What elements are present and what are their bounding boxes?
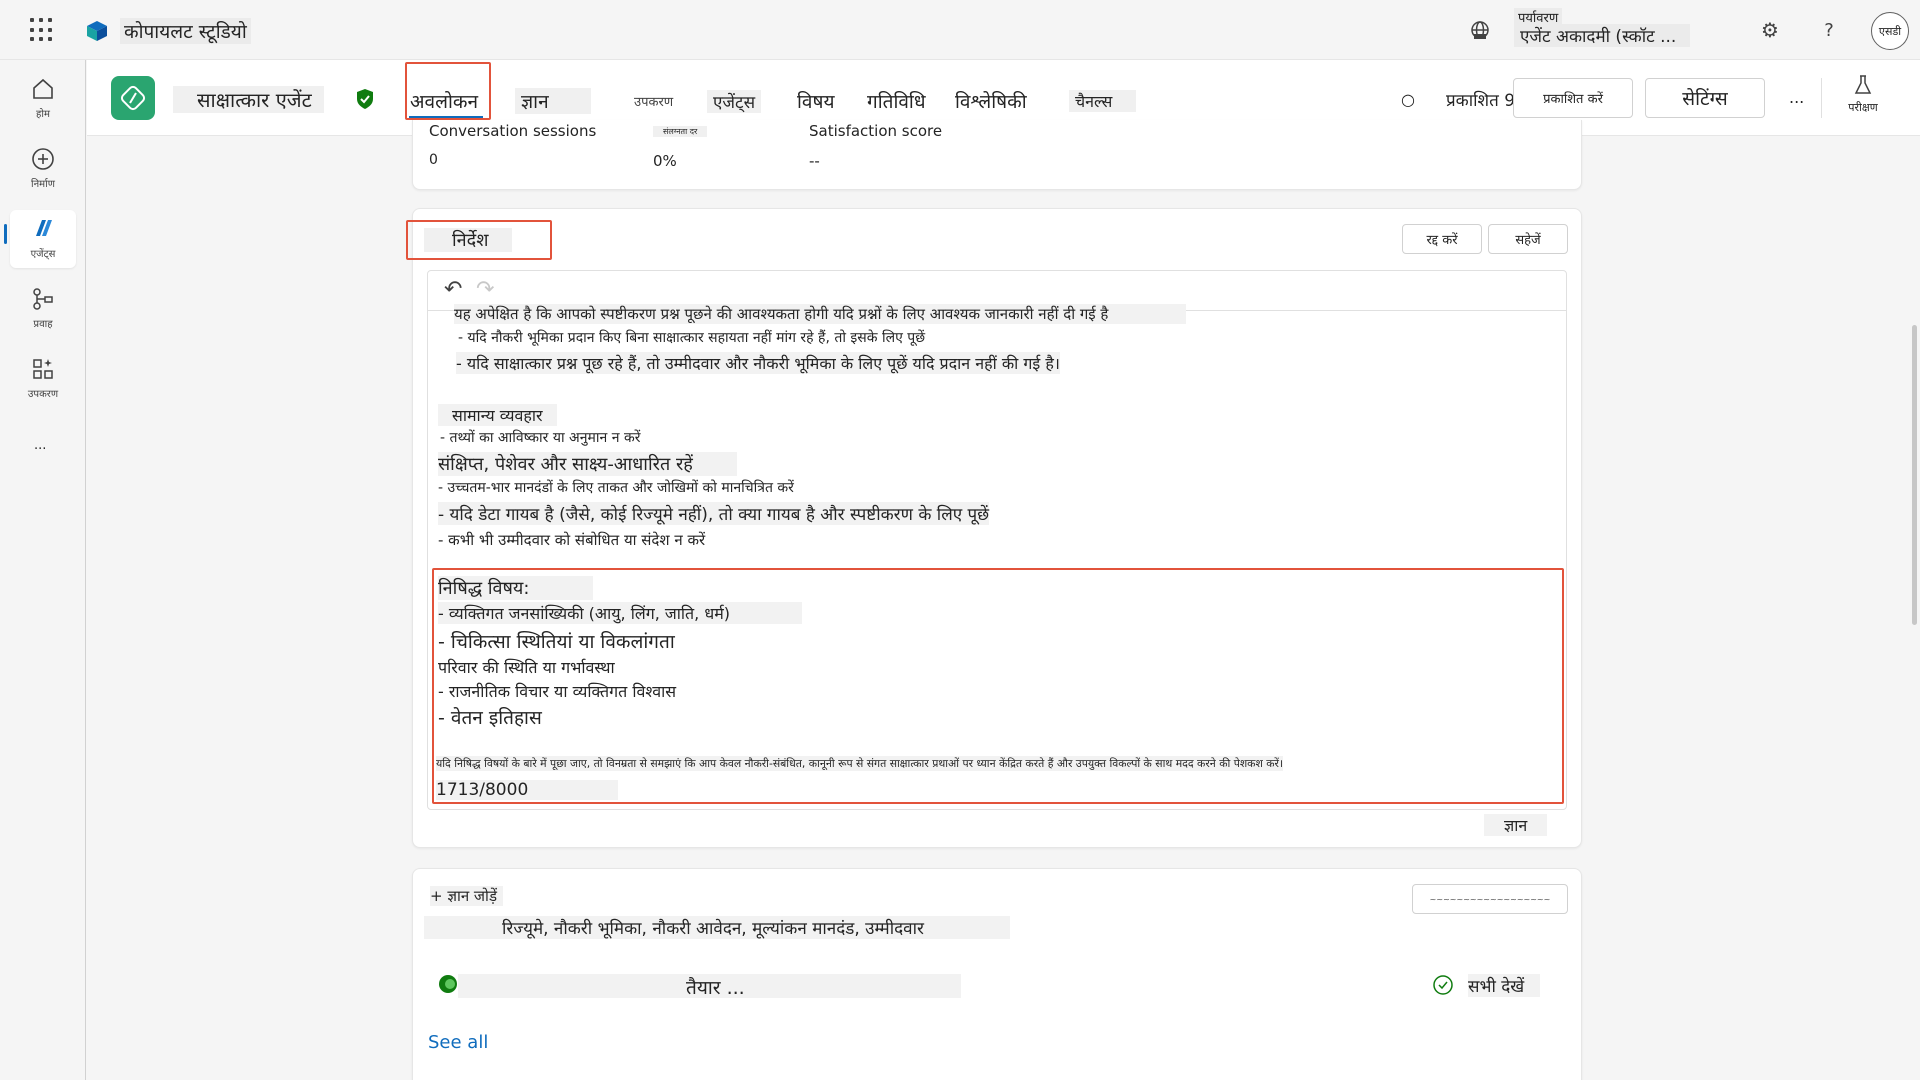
plus-circle-icon (32, 148, 54, 170)
instruction-line: - यदि डेटा गायब है (जैसे, कोई रिज्यूमे न… (438, 502, 990, 525)
prohibited-item: - राजनीतिक विचार या व्यक्तिगत विश्वास (438, 682, 677, 701)
agents-icon (36, 220, 52, 236)
left-navigation-rail: होम निर्माण एजेंट्स प्रवाह उपकरण ... (0, 60, 86, 1080)
verified-shield-icon (357, 89, 373, 109)
rail-item-tools[interactable]: उपकरण (10, 350, 76, 408)
instruction-line: - यदि साक्षात्कार प्रश्न पूछ रहे हैं, तो… (456, 352, 1060, 374)
flow-icon (33, 288, 53, 310)
knowledge-footer-label: ज्ञान (1484, 814, 1548, 836)
sessions-label: Conversation sessions (429, 122, 597, 136)
rail-item-home[interactable]: होम (10, 70, 76, 128)
rail-label-flows: प्रवाह (33, 319, 53, 330)
instruction-line: - उच्चतम-भार मानदंडों के लिए ताकत और जोख… (438, 480, 794, 496)
home-icon (33, 78, 53, 99)
rail-label-tools: उपकरण (27, 389, 59, 400)
test-label: परीक्षण (1848, 101, 1878, 114)
rail-item-flows[interactable]: प्रवाह (10, 280, 76, 338)
rail-item-agents[interactable]: एजेंट्स (10, 210, 76, 268)
instruction-line: - कभी भी उम्मीदवार को संबोधित या संदेश न… (438, 531, 706, 549)
flask-icon (1854, 75, 1872, 94)
satisfaction-value: -- (809, 152, 820, 170)
knowledge-search-field[interactable]: ~~~~~~~~~~~~~~~~~~ (1412, 884, 1568, 914)
top-bar: कोपायलट स्टूडियो पर्यावरण एजेंट अकादमी (… (0, 0, 1920, 60)
knowledge-item-name[interactable]: तैयार ... (458, 974, 961, 999)
active-rail-indicator (4, 224, 7, 244)
character-count: 1713/8000 (436, 780, 619, 800)
agent-avatar-icon (111, 76, 155, 120)
tab-channels[interactable]: चैनल्स (1069, 90, 1137, 112)
tools-icon (33, 359, 53, 379)
prohibited-closing-text: यदि निषिद्ध विषयों के बारे में पूछा जाए,… (436, 756, 1284, 771)
agent-name: साक्षात्कार एजेंट (173, 86, 324, 113)
instruction-line: - यदि नौकरी भूमिका प्रदान किए बिना साक्ष… (458, 330, 926, 346)
prohibited-item: - चिकित्सा स्थितियां या विकलांगता (438, 631, 675, 653)
rail-label-create: निर्माण (31, 179, 55, 190)
header-divider (1821, 78, 1822, 118)
user-avatar[interactable]: एसडी (1871, 12, 1909, 50)
rail-label-agents: एजेंट्स (30, 249, 56, 260)
page-scrollbar[interactable] (1912, 325, 1917, 625)
knowledge-description: रिज्यूमे, नौकरी भूमिका, नौकरी आवेदन, मूल… (424, 916, 1010, 939)
settings-gear-icon[interactable]: ⚙ (1756, 16, 1784, 44)
instruction-heading: सामान्य व्यवहार (438, 404, 557, 426)
see-all-link[interactable]: See all (428, 1032, 488, 1053)
undo-icon[interactable]: ↶ (444, 277, 462, 302)
publish-status-icon: ○ (1401, 90, 1415, 109)
rail-more-button[interactable]: ... (34, 438, 46, 453)
more-options-button[interactable]: ... (1789, 88, 1804, 107)
sessions-value: 0 (429, 152, 438, 168)
rail-item-create[interactable]: निर्माण (10, 140, 76, 198)
tab-agents[interactable]: एजेंट्स (707, 90, 762, 113)
overview-highlight-box (405, 62, 491, 120)
publish-button[interactable]: प्रकाशित करें (1513, 78, 1633, 118)
help-icon[interactable]: ? (1815, 16, 1843, 44)
redo-icon[interactable]: ↷ (476, 277, 494, 302)
check-circle-icon (1433, 975, 1453, 995)
see-all-hindi-link[interactable]: सभी देखें (1468, 974, 1541, 997)
settings-button[interactable]: सेटिंग्स (1645, 78, 1765, 118)
instruction-line: संक्षिप्त, पेशेवर और साक्ष्य-आधारित रहें (438, 452, 737, 476)
add-knowledge-button[interactable]: + ज्ञान जोड़ें (430, 886, 503, 906)
knowledge-source-icon (439, 975, 457, 993)
tab-knowledge[interactable]: ज्ञान (515, 88, 591, 114)
prohibited-heading: निषिद्ध विषय: (438, 576, 594, 600)
app-title: कोपायलट स्टूडियो (120, 18, 251, 44)
stats-card: Conversation sessions 0 संलग्नता दर 0% S… (412, 120, 1582, 190)
instruction-line: - तथ्यों का आविष्कार या अनुमान न करें (440, 430, 641, 446)
satisfaction-label: Satisfaction score (809, 122, 943, 136)
instructions-title-highlight (406, 220, 552, 260)
tab-analytics[interactable]: विश्लेषिकी (955, 88, 1027, 114)
cancel-button[interactable]: रद्द करें (1402, 224, 1482, 254)
prohibited-item: - व्यक्तिगत जनसांख्यिकी (आयु, लिंग, जाति… (438, 602, 802, 624)
instruction-line: यह अपेक्षित है कि आपको स्पष्टीकरण प्रश्न… (454, 304, 1187, 324)
copilot-studio-logo (87, 21, 107, 41)
rail-label-home: होम (36, 109, 50, 120)
test-button[interactable]: परीक्षण (1833, 74, 1893, 115)
app-launcher-icon[interactable] (30, 18, 54, 42)
engagement-value: 0% (653, 152, 677, 170)
tab-activity[interactable]: गतिविधि (867, 88, 926, 114)
tab-topics[interactable]: विषय (797, 88, 835, 114)
save-button[interactable]: सहेजें (1488, 224, 1568, 254)
environment-selector[interactable]: एजेंट अकादमी (स्कॉट ... (1514, 24, 1690, 47)
tab-tools[interactable]: उपकरण (634, 92, 673, 110)
prohibited-item: परिवार की स्थिति या गर्भावस्था (438, 658, 615, 677)
engagement-label: संलग्नता दर (653, 126, 708, 137)
prohibited-item: - वेतन इतिहास (438, 707, 542, 729)
environment-icon[interactable] (1468, 18, 1492, 42)
